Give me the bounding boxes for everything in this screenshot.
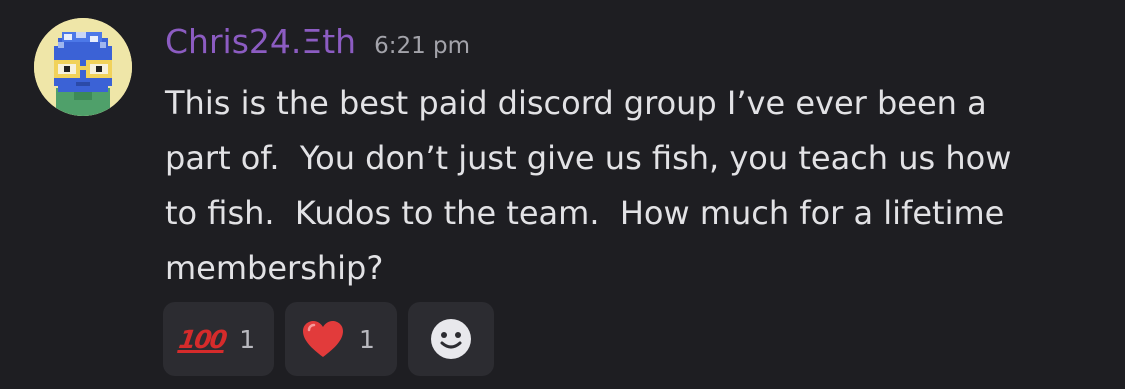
username[interactable]: Chris24.Ξth <box>165 22 356 61</box>
message-content: This is the best paid discord group I’ve… <box>165 84 1012 287</box>
reaction-count: 1 <box>239 324 256 354</box>
smiley-add-reaction-icon <box>431 319 471 359</box>
message-header: Chris24.Ξth 6:21 pm <box>165 22 470 66</box>
add-reaction-button[interactable] <box>408 302 494 376</box>
reactions-bar: 100 1 1 <box>163 302 494 376</box>
reaction-red-heart[interactable]: 1 <box>285 302 397 376</box>
reaction-count: 1 <box>359 324 375 354</box>
reaction-hundred-points[interactable]: 100 1 <box>163 302 274 376</box>
pixel-avatar-icon <box>34 18 132 116</box>
user-avatar[interactable] <box>34 18 132 116</box>
timestamp: 6:21 pm <box>374 33 471 59</box>
hundred-points-icon: 100 <box>176 324 228 354</box>
chat-message: Chris24.Ξth 6:21 pm This is the best paid… <box>0 0 1125 389</box>
red-heart-icon <box>301 319 345 359</box>
